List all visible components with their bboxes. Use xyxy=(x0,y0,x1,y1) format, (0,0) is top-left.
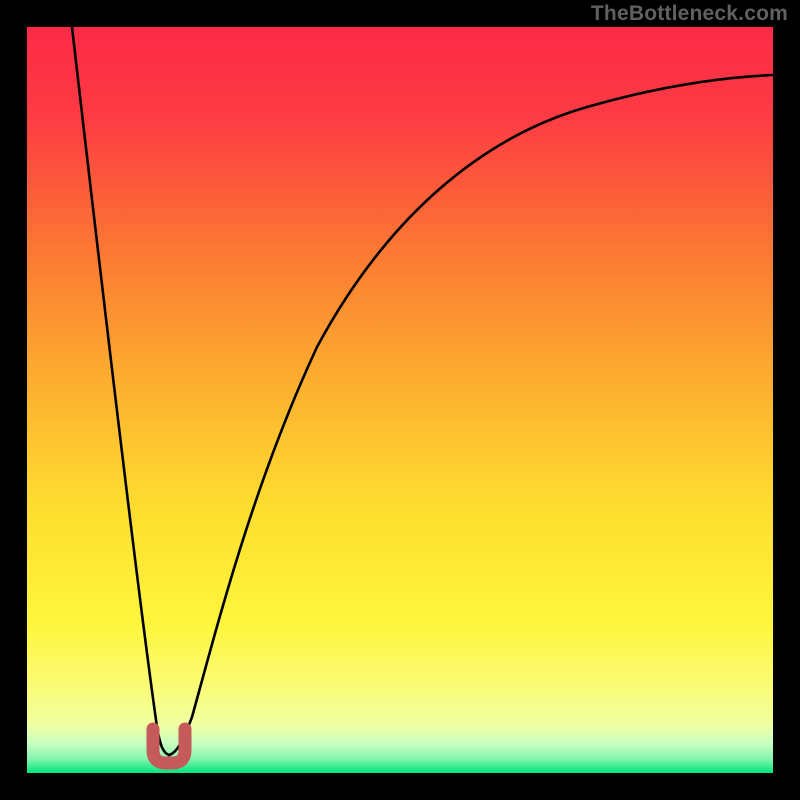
chart-container: TheBottleneck.com xyxy=(0,0,800,800)
attribution-text: TheBottleneck.com xyxy=(591,2,788,26)
gradient-background xyxy=(27,27,773,773)
plot-area xyxy=(27,27,773,773)
chart-svg xyxy=(27,27,773,773)
